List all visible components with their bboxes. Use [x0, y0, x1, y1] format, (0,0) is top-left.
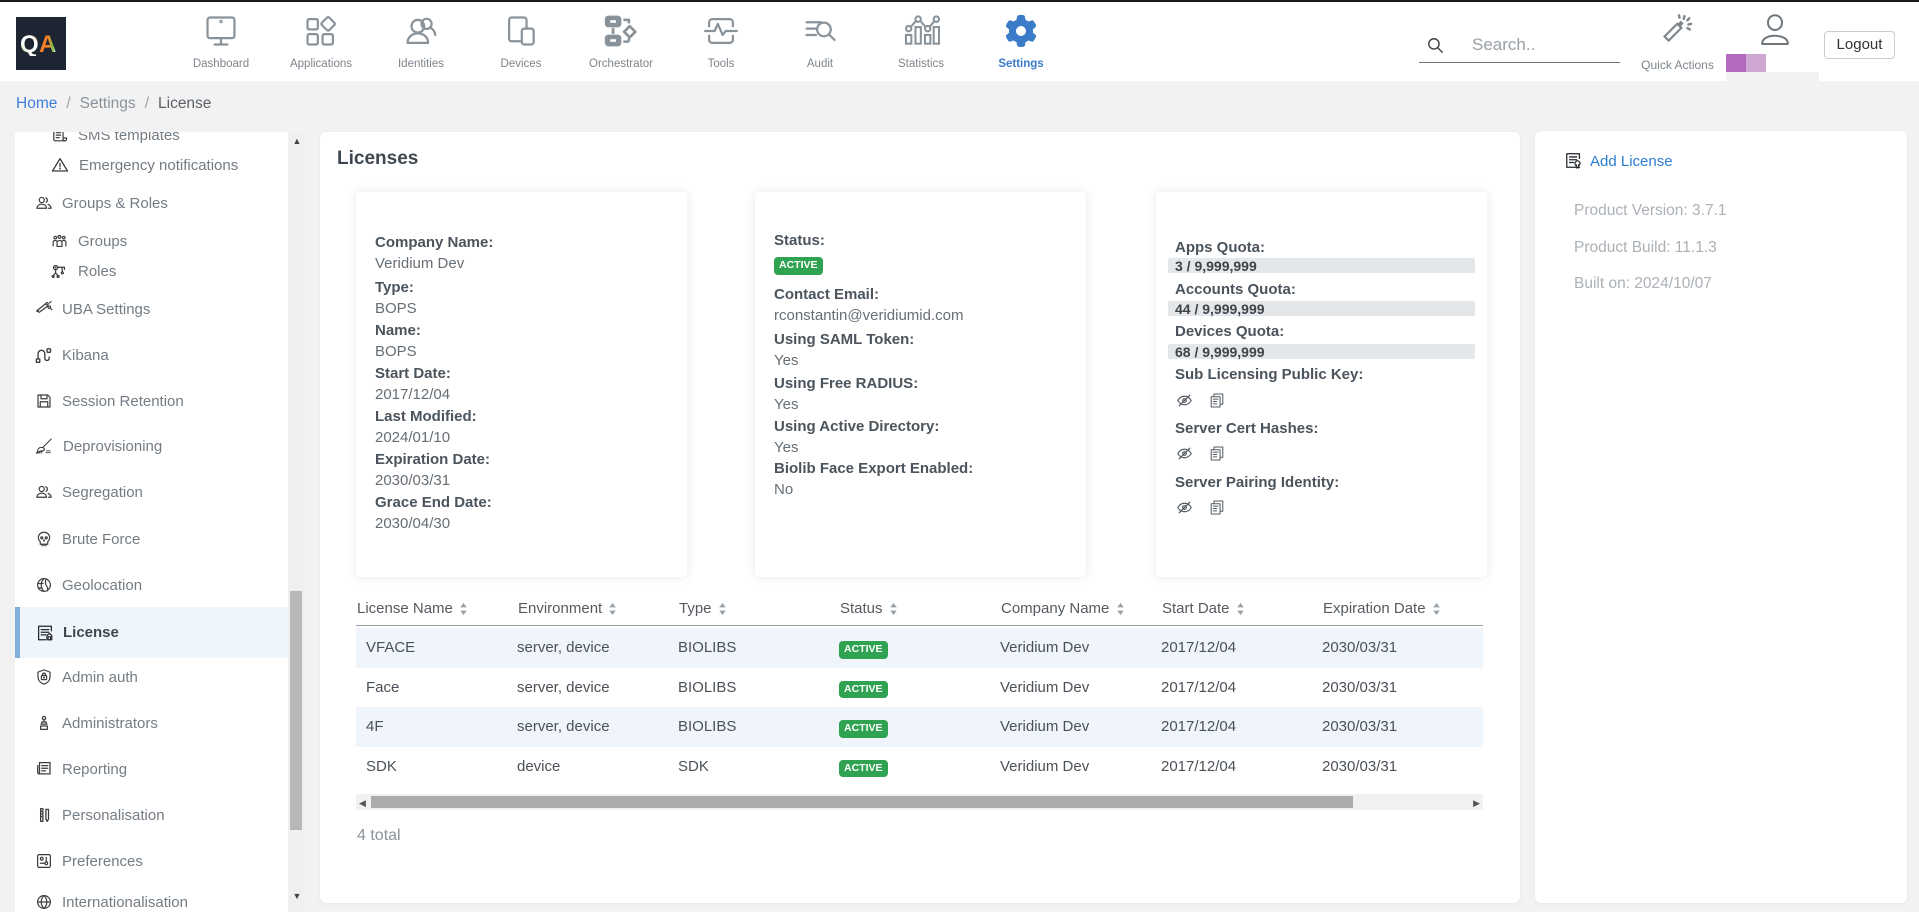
- svg-text:Q: Q: [20, 32, 39, 56]
- svg-text:A: A: [39, 32, 56, 56]
